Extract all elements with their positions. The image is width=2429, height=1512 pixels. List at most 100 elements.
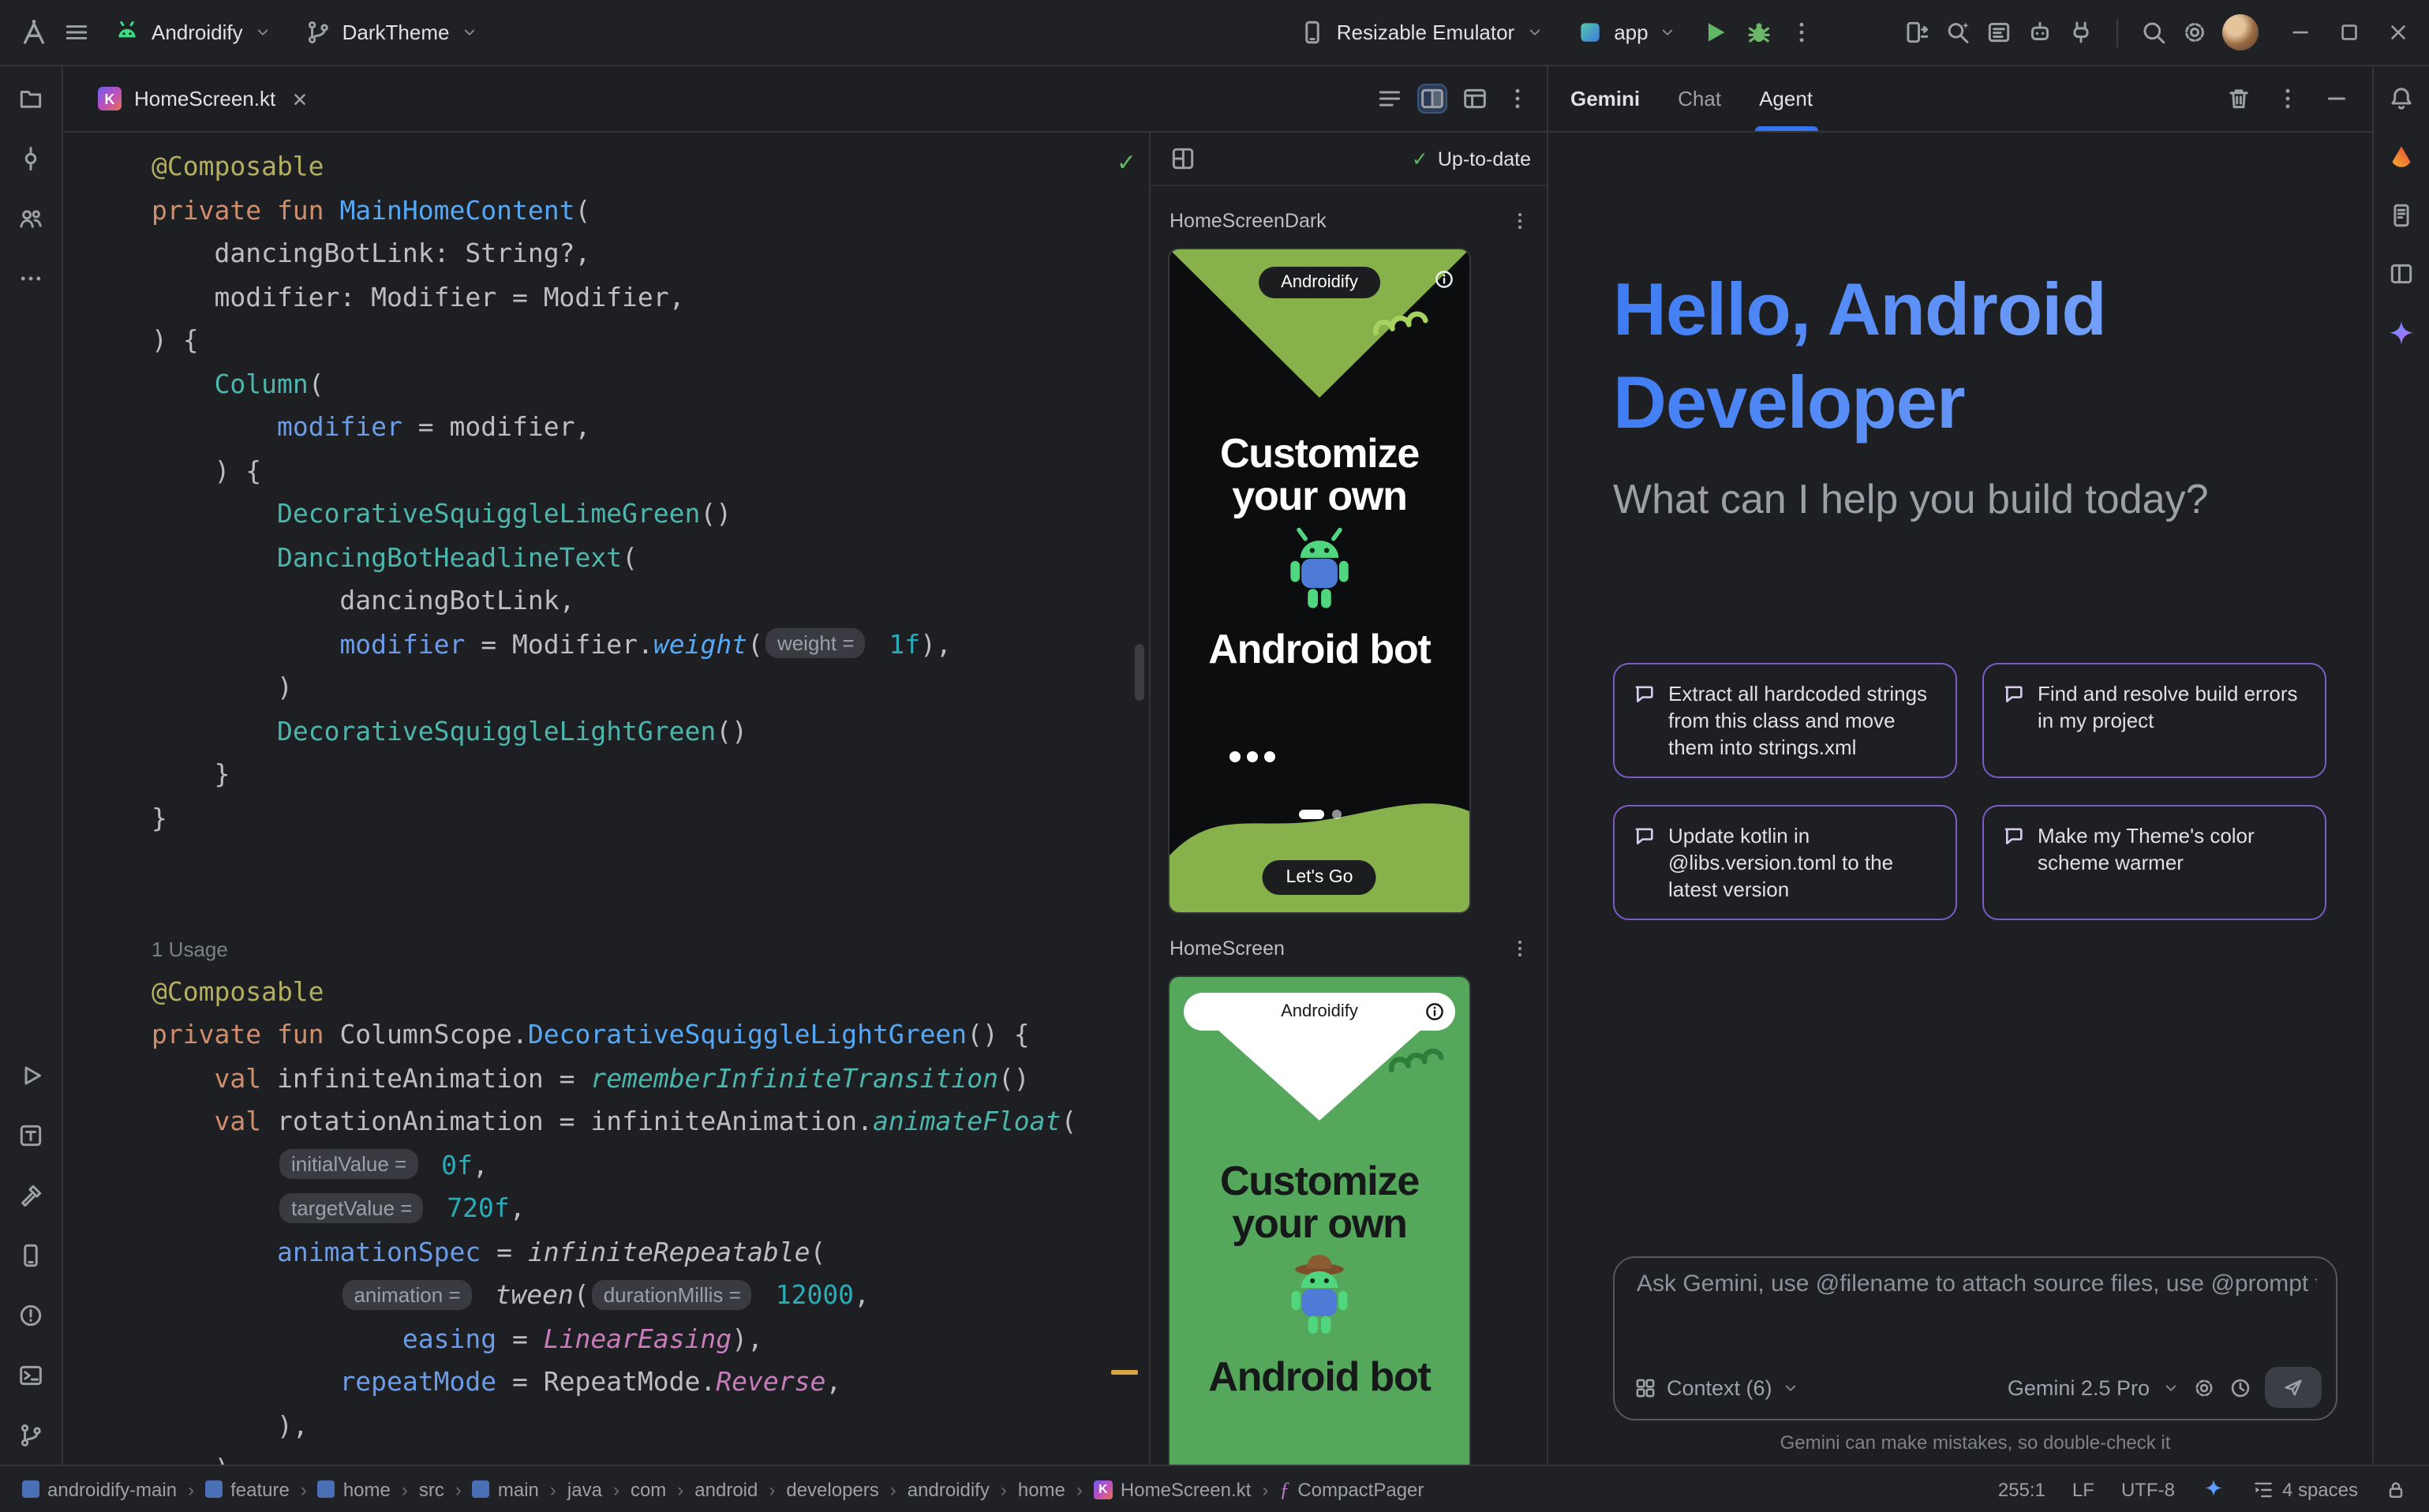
preview-kebab-icon[interactable] <box>1509 210 1531 232</box>
run-tool-icon[interactable] <box>17 1062 44 1089</box>
inlay-hint[interactable]: initialValue = <box>280 1149 417 1179</box>
tab-chat[interactable]: Chat <box>1678 66 1721 131</box>
indentation-setting[interactable]: 4 spaces <box>2252 1478 2358 1500</box>
ai-assistant-icon[interactable] <box>2027 19 2053 46</box>
app-quality-insights-icon[interactable] <box>2388 144 2415 170</box>
hide-panel-icon[interactable] <box>2323 85 2350 112</box>
debug-button[interactable] <box>1745 17 1775 47</box>
editor-view-split-icon[interactable] <box>1419 85 1446 112</box>
breadcrumb-item[interactable]: feature <box>205 1478 290 1500</box>
code-editor[interactable]: @Composableprivate fun MainHomeContent( … <box>63 133 1149 1465</box>
inlay-hint[interactable]: targetValue = <box>280 1192 423 1222</box>
device-manager-icon[interactable] <box>17 1242 44 1269</box>
suggestion-card-update-kotlin[interactable]: Update kotlin in @libs.version.toml to t… <box>1613 805 1957 920</box>
lets-go-button[interactable]: Let's Go <box>1263 860 1377 895</box>
send-button[interactable] <box>2265 1367 2322 1408</box>
ai-spark-icon[interactable] <box>2202 1477 2225 1501</box>
android-bot-image <box>1275 522 1364 623</box>
inspections-ok-icon[interactable]: ✓ <box>1117 148 1136 177</box>
breadcrumb-item[interactable]: home <box>318 1478 391 1500</box>
plugins-icon[interactable] <box>2068 19 2094 46</box>
caret-position[interactable]: 255:1 <box>1998 1478 2045 1500</box>
breadcrumb-item[interactable]: ƒCompactPager <box>1279 1478 1424 1500</box>
code-token: 720f <box>431 1193 509 1223</box>
search-everywhere-icon[interactable] <box>2140 19 2167 46</box>
breadcrumb-item[interactable]: main <box>473 1478 539 1500</box>
info-icon[interactable] <box>1433 268 1455 290</box>
breadcrumb-item[interactable]: home <box>1018 1478 1065 1500</box>
version-control-icon[interactable] <box>17 1422 44 1449</box>
user-avatar[interactable] <box>2222 14 2259 51</box>
preview-render-dark[interactable]: Androidify Customize your own Android bo… <box>1170 249 1469 912</box>
layout-inspector-icon[interactable] <box>2388 260 2415 287</box>
preview-kebab-icon[interactable] <box>1509 938 1531 960</box>
gemini-star-icon[interactable] <box>2386 319 2416 349</box>
run-button[interactable] <box>1701 17 1731 47</box>
project-selector[interactable]: Androidify <box>104 13 281 52</box>
info-icon[interactable] <box>1424 1001 1446 1023</box>
preview-item-homescreendark[interactable]: HomeScreenDark <box>1170 205 1531 237</box>
breadcrumb-item[interactable]: androidify-main <box>22 1478 177 1500</box>
tab-homescreen-kt[interactable]: K HomeScreen.kt <box>85 66 323 131</box>
preview-item-homescreen[interactable]: HomeScreen <box>1170 933 1531 964</box>
run-config-selector[interactable]: app <box>1566 13 1686 52</box>
code-token: rememberInfiniteTransition <box>590 1063 998 1093</box>
inlay-hint[interactable]: weight = <box>766 628 866 658</box>
logcat-icon[interactable] <box>1985 19 2012 46</box>
inlay-hint[interactable]: durationMillis = <box>593 1279 752 1309</box>
breadcrumb-item[interactable]: com <box>631 1478 666 1500</box>
gemini-settings-gear-icon[interactable] <box>2192 1375 2216 1399</box>
build-tool-icon[interactable] <box>17 1182 44 1209</box>
window-maximize-button[interactable] <box>2337 21 2361 44</box>
commit-tool-icon[interactable] <box>17 145 44 172</box>
context-icon[interactable] <box>1634 1375 1657 1399</box>
readonly-lock-icon[interactable] <box>2385 1478 2407 1500</box>
gemini-options-kebab-icon[interactable] <box>2274 85 2301 112</box>
suggestion-card-strings[interactable]: Extract all hardcoded strings from this … <box>1613 663 1957 778</box>
model-dropdown[interactable]: Gemini 2.5 Pro <box>2008 1375 2150 1399</box>
notifications-bell-icon[interactable] <box>2388 85 2415 112</box>
usages-hint[interactable]: 1 Usage <box>152 938 228 961</box>
device-mirroring-icon[interactable] <box>1903 19 1930 46</box>
history-clock-icon[interactable] <box>2229 1375 2252 1399</box>
preview-layout-icon[interactable] <box>1170 145 1196 172</box>
breadcrumb-item[interactable]: java <box>567 1478 602 1500</box>
branch-selector[interactable]: DarkTheme <box>295 13 488 52</box>
suggestion-card-build-errors[interactable]: Find and resolve build errors in my proj… <box>1982 663 2326 778</box>
settings-gear-icon[interactable] <box>2181 19 2208 46</box>
device-selector[interactable]: Resizable Emulator <box>1289 13 1552 52</box>
clear-chat-trash-icon[interactable] <box>2225 85 2252 112</box>
more-actions-kebab-icon[interactable] <box>1789 19 1816 46</box>
tab-close-icon[interactable] <box>288 88 310 110</box>
inlay-hint[interactable]: animation = <box>342 1279 471 1309</box>
suggestion-card-theme-warmer[interactable]: Make my Theme's color scheme warmer <box>1982 805 2326 920</box>
breadcrumb-item[interactable]: src <box>419 1478 444 1500</box>
editor-view-design-icon[interactable] <box>1462 85 1488 112</box>
window-minimize-button[interactable] <box>2289 21 2312 44</box>
editor-options-kebab-icon[interactable] <box>1504 85 1531 112</box>
breadcrumb-item[interactable]: KHomeScreen.kt <box>1094 1478 1251 1500</box>
more-tools-icon[interactable] <box>17 265 44 292</box>
tab-agent[interactable]: Agent <box>1759 66 1813 131</box>
window-close-button[interactable] <box>2386 21 2410 44</box>
collaboration-icon[interactable] <box>17 205 44 232</box>
main-menu-icon[interactable] <box>63 19 90 46</box>
editor-scrollbar[interactable] <box>1135 644 1144 701</box>
breadcrumb-item[interactable]: androidify <box>908 1478 990 1500</box>
editor-view-code-icon[interactable] <box>1376 85 1403 112</box>
file-encoding[interactable]: UTF-8 <box>2121 1478 2175 1500</box>
breadcrumb-item[interactable]: developers <box>786 1478 878 1500</box>
context-dropdown[interactable]: Context (6) <box>1667 1375 1772 1399</box>
gemini-input-box[interactable]: Context (6) Gemini 2.5 Pro <box>1613 1256 2337 1420</box>
prompt-icon <box>2001 824 2025 848</box>
breadcrumb-item[interactable]: android <box>694 1478 758 1500</box>
ui-tools-icon[interactable] <box>17 1122 44 1149</box>
device-explorer-icon[interactable] <box>2388 202 2415 229</box>
problems-icon[interactable] <box>17 1302 44 1329</box>
project-folder-icon[interactable] <box>17 85 44 112</box>
ai-search-icon[interactable] <box>1944 19 1971 46</box>
line-separator[interactable]: LF <box>2072 1478 2094 1500</box>
gemini-prompt-input[interactable] <box>1637 1271 2317 1297</box>
terminal-icon[interactable] <box>17 1362 44 1389</box>
preview-render-light[interactable]: Androidify Customize your own Android bo… <box>1170 977 1469 1465</box>
